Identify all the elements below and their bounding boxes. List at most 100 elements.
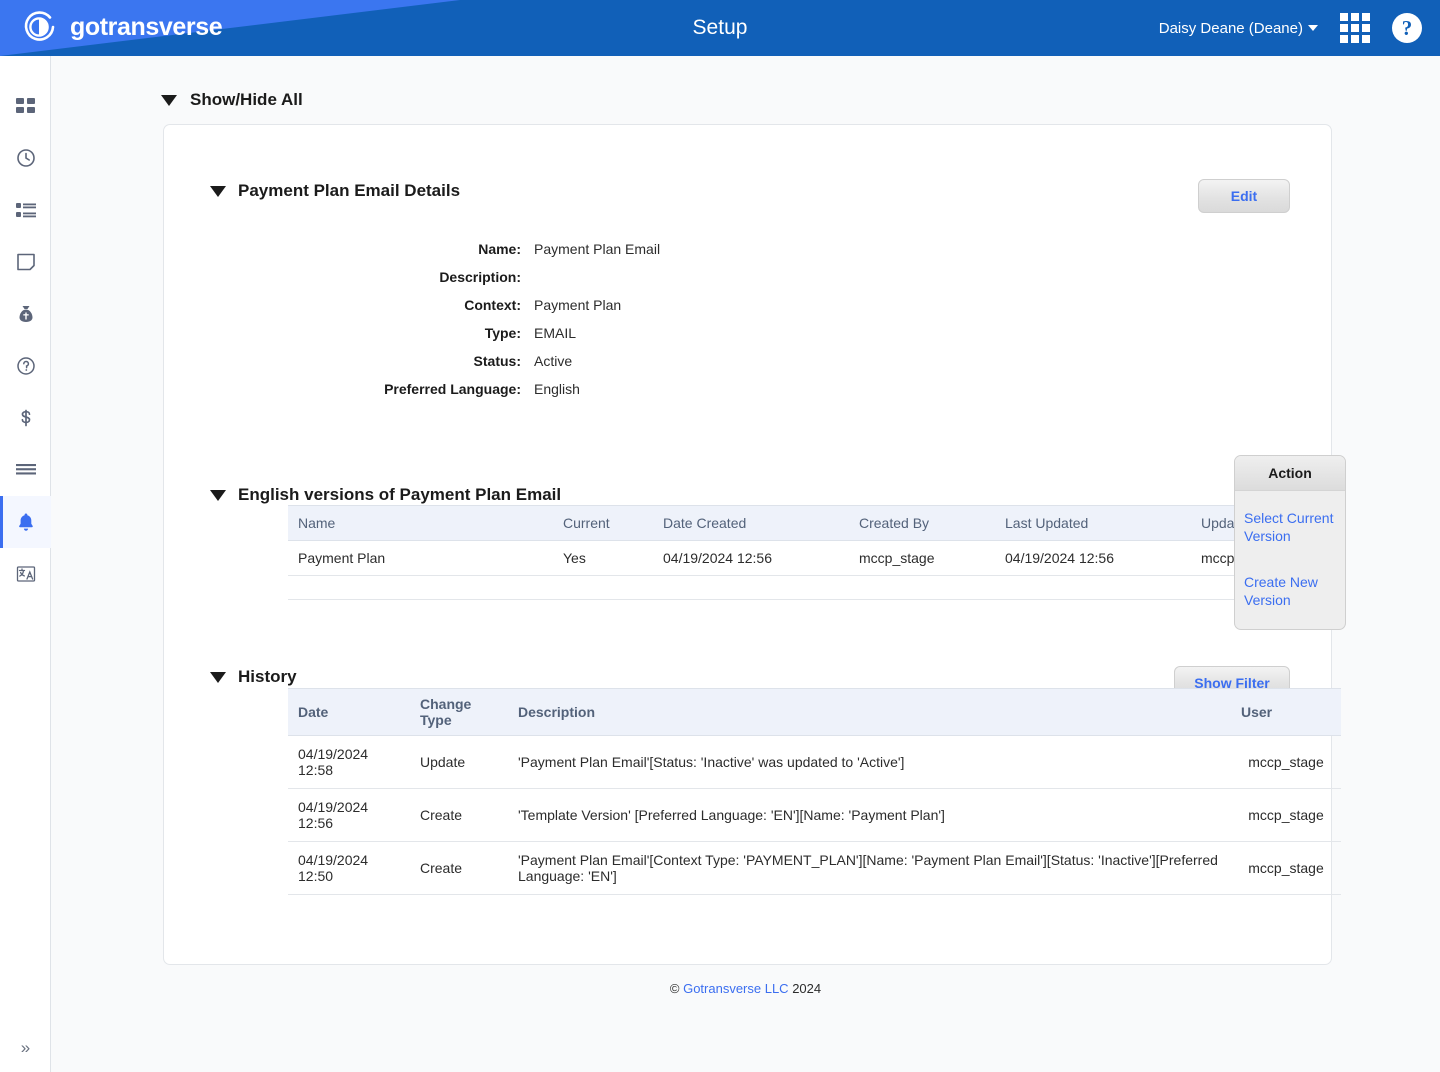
dollar-icon [16, 408, 36, 428]
table-row[interactable]: 04/19/2024 12:58 Update 'Payment Plan Em… [288, 735, 1341, 789]
gotransverse-logo-icon [20, 8, 58, 46]
versions-section-title: English versions of Payment Plan Email [238, 485, 562, 504]
sidebar-item-orders[interactable] [0, 184, 51, 236]
column-header-user[interactable]: User [1231, 688, 1341, 736]
footer: © Gotransverse LLC 2024 [51, 981, 1440, 996]
grid-apps-icon[interactable] [1340, 13, 1370, 43]
history-table: Date Change Type Description User 04/19/… [288, 688, 1341, 895]
company-link[interactable]: Gotransverse LLC [683, 981, 789, 996]
table-row[interactable]: 04/19/2024 12:56 Create 'Template Versio… [288, 788, 1341, 842]
cell-empty [849, 575, 995, 600]
cell-empty [553, 575, 653, 600]
table-row[interactable]: 04/19/2024 12:50 Create 'Payment Plan Em… [288, 841, 1341, 895]
sidebar-item-documents[interactable] [0, 236, 51, 288]
table-row[interactable]: Payment Plan Yes 04/19/2024 12:56 mccp_s… [288, 540, 1341, 576]
column-header-current[interactable]: Current [553, 505, 653, 541]
sidebar-item-dashboard[interactable] [0, 80, 51, 132]
cell-user: mccp_stage [1231, 788, 1341, 842]
details-field-list: Name: Payment Plan Email Description: Co… [334, 241, 660, 409]
cell-current: Yes [553, 540, 653, 576]
column-header-description[interactable]: Description [508, 688, 1231, 736]
detail-label: Name: [478, 241, 521, 257]
cell-date-created: 04/19/2024 12:56 [653, 540, 849, 576]
detail-label: Description: [439, 269, 521, 285]
detail-value: EMAIL [534, 325, 577, 341]
detail-row: Status: Active [334, 353, 660, 381]
sidebar-item-translations[interactable] [0, 548, 51, 600]
versions-table: Name Current Date Created Created By Las… [288, 505, 1341, 600]
sidebar-item-support[interactable] [0, 340, 51, 392]
detail-row: Type: EMAIL [334, 325, 660, 353]
cell-change-type: Create [410, 841, 508, 895]
history-section-header[interactable]: History [210, 667, 297, 687]
column-header-date-created[interactable]: Date Created [653, 505, 849, 541]
money-bag-icon [16, 304, 36, 324]
user-menu[interactable]: Daisy Deane (Deane) [1159, 20, 1318, 37]
column-header-date[interactable]: Date [288, 688, 410, 736]
column-header-last-updated[interactable]: Last Updated [995, 505, 1191, 541]
menu-lines-icon [15, 460, 36, 480]
cell-empty [995, 575, 1191, 600]
question-circle-icon [16, 356, 36, 376]
cell-empty [653, 575, 849, 600]
chevron-down-icon [1308, 25, 1318, 31]
top-header-bar: gotransverse Setup Daisy Deane (Deane) ? [0, 0, 1440, 56]
language-icon [16, 564, 36, 584]
action-panel-title: Action [1235, 456, 1345, 491]
detail-row: Description: [334, 269, 660, 297]
edit-button[interactable]: Edit [1198, 179, 1290, 213]
sidebar-item-billing[interactable] [0, 392, 51, 444]
copyright-symbol: © [669, 981, 680, 996]
clock-icon [16, 148, 36, 168]
table-header-row: Name Current Date Created Created By Las… [288, 505, 1341, 541]
column-header-name[interactable]: Name [288, 505, 553, 541]
select-current-version-link[interactable]: Select Current Version [1235, 509, 1345, 545]
details-section-header[interactable]: Payment Plan Email Details [210, 181, 460, 201]
brand-name: gotransverse [70, 12, 223, 41]
cell-user: mccp_stage [1231, 735, 1341, 789]
user-menu-label: Daisy Deane (Deane) [1158, 19, 1303, 37]
cell-created-by: mccp_stage [849, 540, 995, 576]
details-section-title: Payment Plan Email Details [238, 181, 461, 200]
show-hide-all-toggle[interactable]: Show/Hide All [161, 90, 303, 110]
sidebar-collapse-toggle[interactable]: » [0, 1038, 51, 1058]
detail-value: Active [534, 353, 573, 369]
cell-description: 'Payment Plan Email'[Status: 'Inactive' … [508, 735, 1231, 789]
sidebar-item-revenue[interactable] [0, 288, 51, 340]
history-section-title: History [238, 667, 297, 686]
footer-year: 2024 [792, 981, 822, 996]
cell-change-type: Create [410, 788, 508, 842]
cell-user: mccp_stage [1231, 841, 1341, 895]
sidebar-item-notifications[interactable] [0, 496, 51, 548]
list-icon [15, 200, 36, 220]
cell-last-updated: 04/19/2024 12:56 [995, 540, 1191, 576]
content-card: Payment Plan Email Details Edit Name: Pa… [163, 124, 1346, 965]
detail-label: Type: [484, 325, 521, 341]
detail-row: Context: Payment Plan [334, 297, 660, 325]
versions-section-header[interactable]: English versions of Payment Plan Email [210, 485, 561, 505]
caret-down-icon [210, 671, 226, 683]
bell-icon [16, 512, 36, 532]
table-header-row: Date Change Type Description User [288, 688, 1341, 736]
column-header-change-type[interactable]: Change Type [410, 688, 508, 736]
caret-down-icon [210, 489, 226, 501]
brand-logo-area[interactable]: gotransverse [20, 8, 223, 46]
detail-value: English [534, 381, 580, 397]
cell-change-type: Update [410, 735, 508, 789]
cell-date: 04/19/2024 12:50 [288, 841, 410, 895]
caret-down-icon [161, 94, 177, 106]
cell-description: 'Payment Plan Email'[Context Type: 'PAYM… [508, 841, 1231, 895]
detail-value: Payment Plan Email [534, 241, 661, 257]
create-new-version-link[interactable]: Create New Version [1235, 573, 1345, 609]
page-icon [16, 252, 36, 272]
help-circle-icon[interactable]: ? [1392, 13, 1422, 43]
sidebar-item-reports[interactable] [0, 444, 51, 496]
cell-empty [288, 575, 553, 600]
column-header-created-by[interactable]: Created By [849, 505, 995, 541]
caret-down-icon [210, 185, 226, 197]
detail-label: Context: [464, 297, 521, 313]
detail-value: Payment Plan [534, 297, 622, 313]
sidebar-item-usage[interactable] [0, 132, 51, 184]
left-sidebar: » [0, 56, 51, 1072]
action-panel: Action Select Current Version Create New… [1234, 455, 1346, 630]
